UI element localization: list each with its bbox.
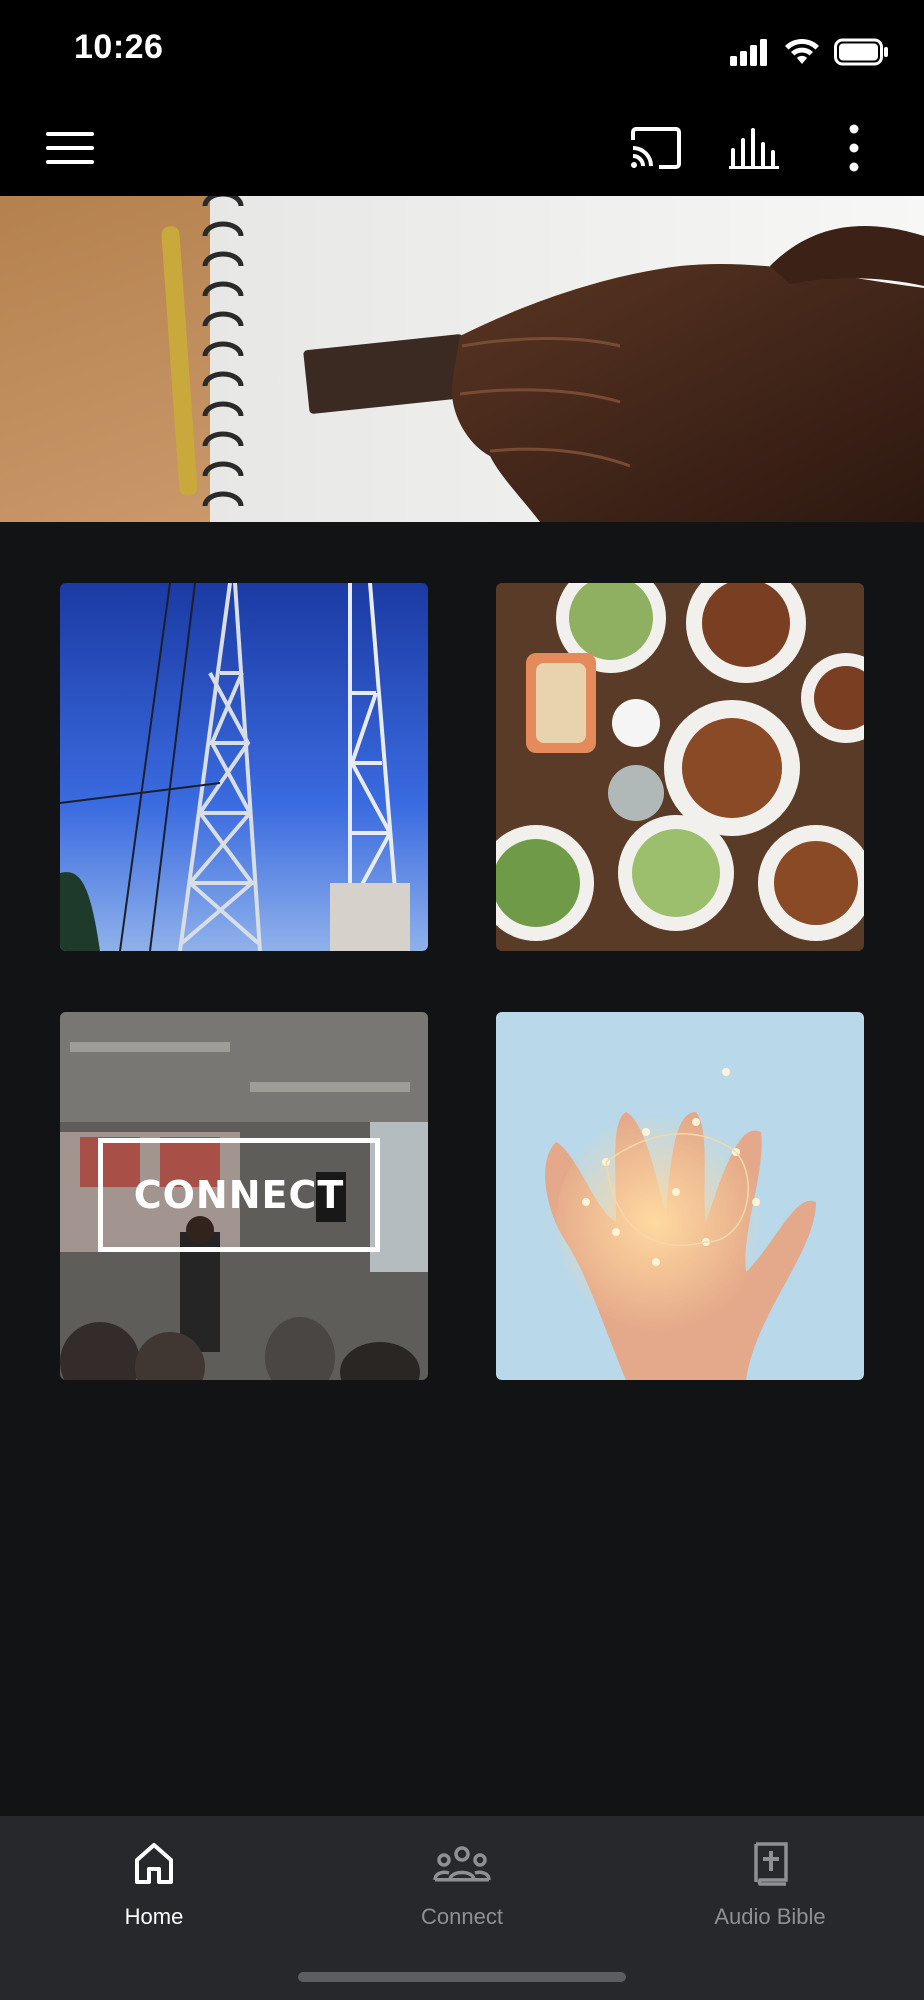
wifi-icon xyxy=(785,38,819,64)
audio-levels-button[interactable] xyxy=(726,122,784,174)
lights-image xyxy=(496,1012,864,1380)
equalizer-icon xyxy=(729,128,779,169)
nav-label-connect: Connect xyxy=(421,1904,503,1929)
nav-label-audio-bible: Audio Bible xyxy=(714,1904,826,1929)
group-icon xyxy=(433,1846,491,1882)
menu-button[interactable] xyxy=(40,124,100,172)
tile-food[interactable] xyxy=(496,583,864,951)
tile-towers[interactable] xyxy=(60,583,428,951)
cast-button[interactable] xyxy=(626,122,686,174)
towers-image xyxy=(60,583,428,951)
app-bar xyxy=(0,100,924,196)
tile-light[interactable] xyxy=(496,1012,864,1380)
home-icon xyxy=(135,1843,173,1884)
bible-icon xyxy=(754,1842,788,1886)
food-image xyxy=(496,583,864,951)
status-time: 10:26 xyxy=(74,28,164,66)
hero-illustration xyxy=(0,196,924,522)
nav-item-audio-bible[interactable]: Audio Bible xyxy=(616,1816,924,1956)
tile-connect[interactable]: CONNECT xyxy=(60,1012,428,1380)
nav-item-home[interactable]: Home xyxy=(0,1816,308,1956)
nav-item-connect[interactable]: Connect xyxy=(308,1816,616,1956)
nav-label-home: Home xyxy=(124,1904,184,1929)
hero-banner-image[interactable] xyxy=(0,196,924,522)
status-icons xyxy=(730,34,890,70)
signal-icon xyxy=(730,39,767,66)
hamburger-menu-icon xyxy=(46,132,94,164)
status-bar: 10:26 xyxy=(0,0,924,100)
cast-icon xyxy=(631,127,681,169)
battery-icon xyxy=(834,38,888,66)
more-vertical-icon xyxy=(849,124,859,172)
more-options-button[interactable] xyxy=(836,122,872,174)
home-indicator xyxy=(298,1972,626,1982)
tile-connect-label: CONNECT xyxy=(98,1138,380,1252)
